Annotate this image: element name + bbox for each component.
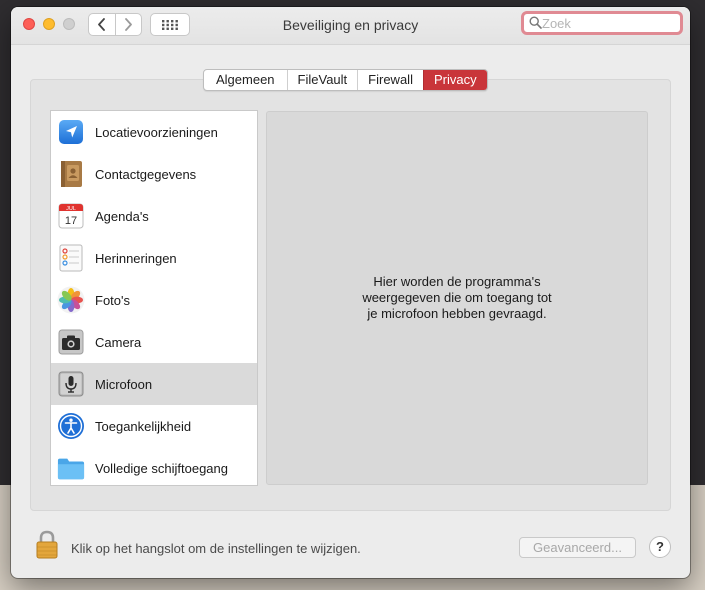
empty-state-message: Hier worden de programma's weergegeven d… — [267, 274, 647, 322]
list-item-label: Foto's — [95, 292, 130, 308]
app-access-panel: Hier worden de programma's weergegeven d… — [266, 111, 648, 485]
reminders-icon — [57, 244, 85, 272]
privacy-category-list[interactable]: Locatievoorzieningen Contactgegevens JUL… — [50, 110, 258, 486]
lock-hint-text: Klik op het hangslot om de instellingen … — [71, 541, 361, 556]
list-item-label: Agenda's — [95, 208, 149, 224]
list-item-microphone[interactable]: Microfoon — [51, 363, 257, 405]
folder-icon — [57, 454, 85, 482]
location-arrow-icon — [57, 118, 85, 146]
message-line: weergegeven die om toegang tot — [362, 290, 552, 305]
preferences-window: Beveiliging en privacy Algemeen FileVaul… — [11, 7, 690, 578]
photos-icon — [57, 286, 85, 314]
padlock-icon — [36, 530, 58, 559]
title-bar: Beveiliging en privacy — [11, 7, 690, 45]
calendar-day-text: 17 — [65, 215, 77, 227]
list-item-contacts[interactable]: Contactgegevens — [51, 153, 257, 195]
search-field[interactable] — [521, 11, 683, 35]
help-button[interactable]: ? — [649, 536, 671, 558]
list-item-calendars[interactable]: JUL 17 Agenda's — [51, 195, 257, 237]
list-item-reminders[interactable]: Herinneringen — [51, 237, 257, 279]
tab-algemeen[interactable]: Algemeen — [204, 70, 287, 90]
list-item-label: Volledige schijftoegang — [95, 460, 228, 476]
search-icon — [529, 16, 542, 29]
list-item-label: Toegankelijkheid — [95, 418, 192, 434]
search-input[interactable] — [542, 14, 672, 32]
accessibility-icon — [57, 412, 85, 440]
list-item-full-disk-access[interactable]: Volledige schijftoegang — [51, 447, 257, 485]
list-item-location-services[interactable]: Locatievoorzieningen — [51, 111, 257, 153]
message-line: je microfoon hebben gevraagd. — [367, 306, 547, 321]
list-item-label: Microfoon — [95, 376, 153, 392]
calendar-icon: JUL 17 — [57, 202, 85, 230]
tab-filevault[interactable]: FileVault — [286, 70, 358, 90]
camera-icon — [57, 328, 85, 356]
list-item-camera[interactable]: Camera — [51, 321, 257, 363]
tab-bar: Algemeen FileVault Firewall Privacy — [203, 69, 488, 91]
list-item-label: Locatievoorzieningen — [95, 124, 218, 140]
list-item-label: Herinneringen — [95, 250, 177, 266]
tab-firewall[interactable]: Firewall — [357, 70, 423, 90]
list-item-label: Contactgegevens — [95, 166, 197, 182]
tab-privacy[interactable]: Privacy — [422, 70, 487, 90]
microphone-icon — [57, 370, 85, 398]
message-line: Hier worden de programma's — [373, 274, 541, 289]
list-item-accessibility[interactable]: Toegankelijkheid — [51, 405, 257, 447]
list-item-photos[interactable]: Foto's — [51, 279, 257, 321]
list-item-label: Camera — [95, 334, 142, 350]
contacts-book-icon — [57, 160, 85, 188]
lock-button[interactable] — [35, 530, 59, 565]
calendar-month-text: JUL — [66, 206, 76, 212]
advanced-button[interactable]: Geavanceerd... — [519, 537, 636, 558]
